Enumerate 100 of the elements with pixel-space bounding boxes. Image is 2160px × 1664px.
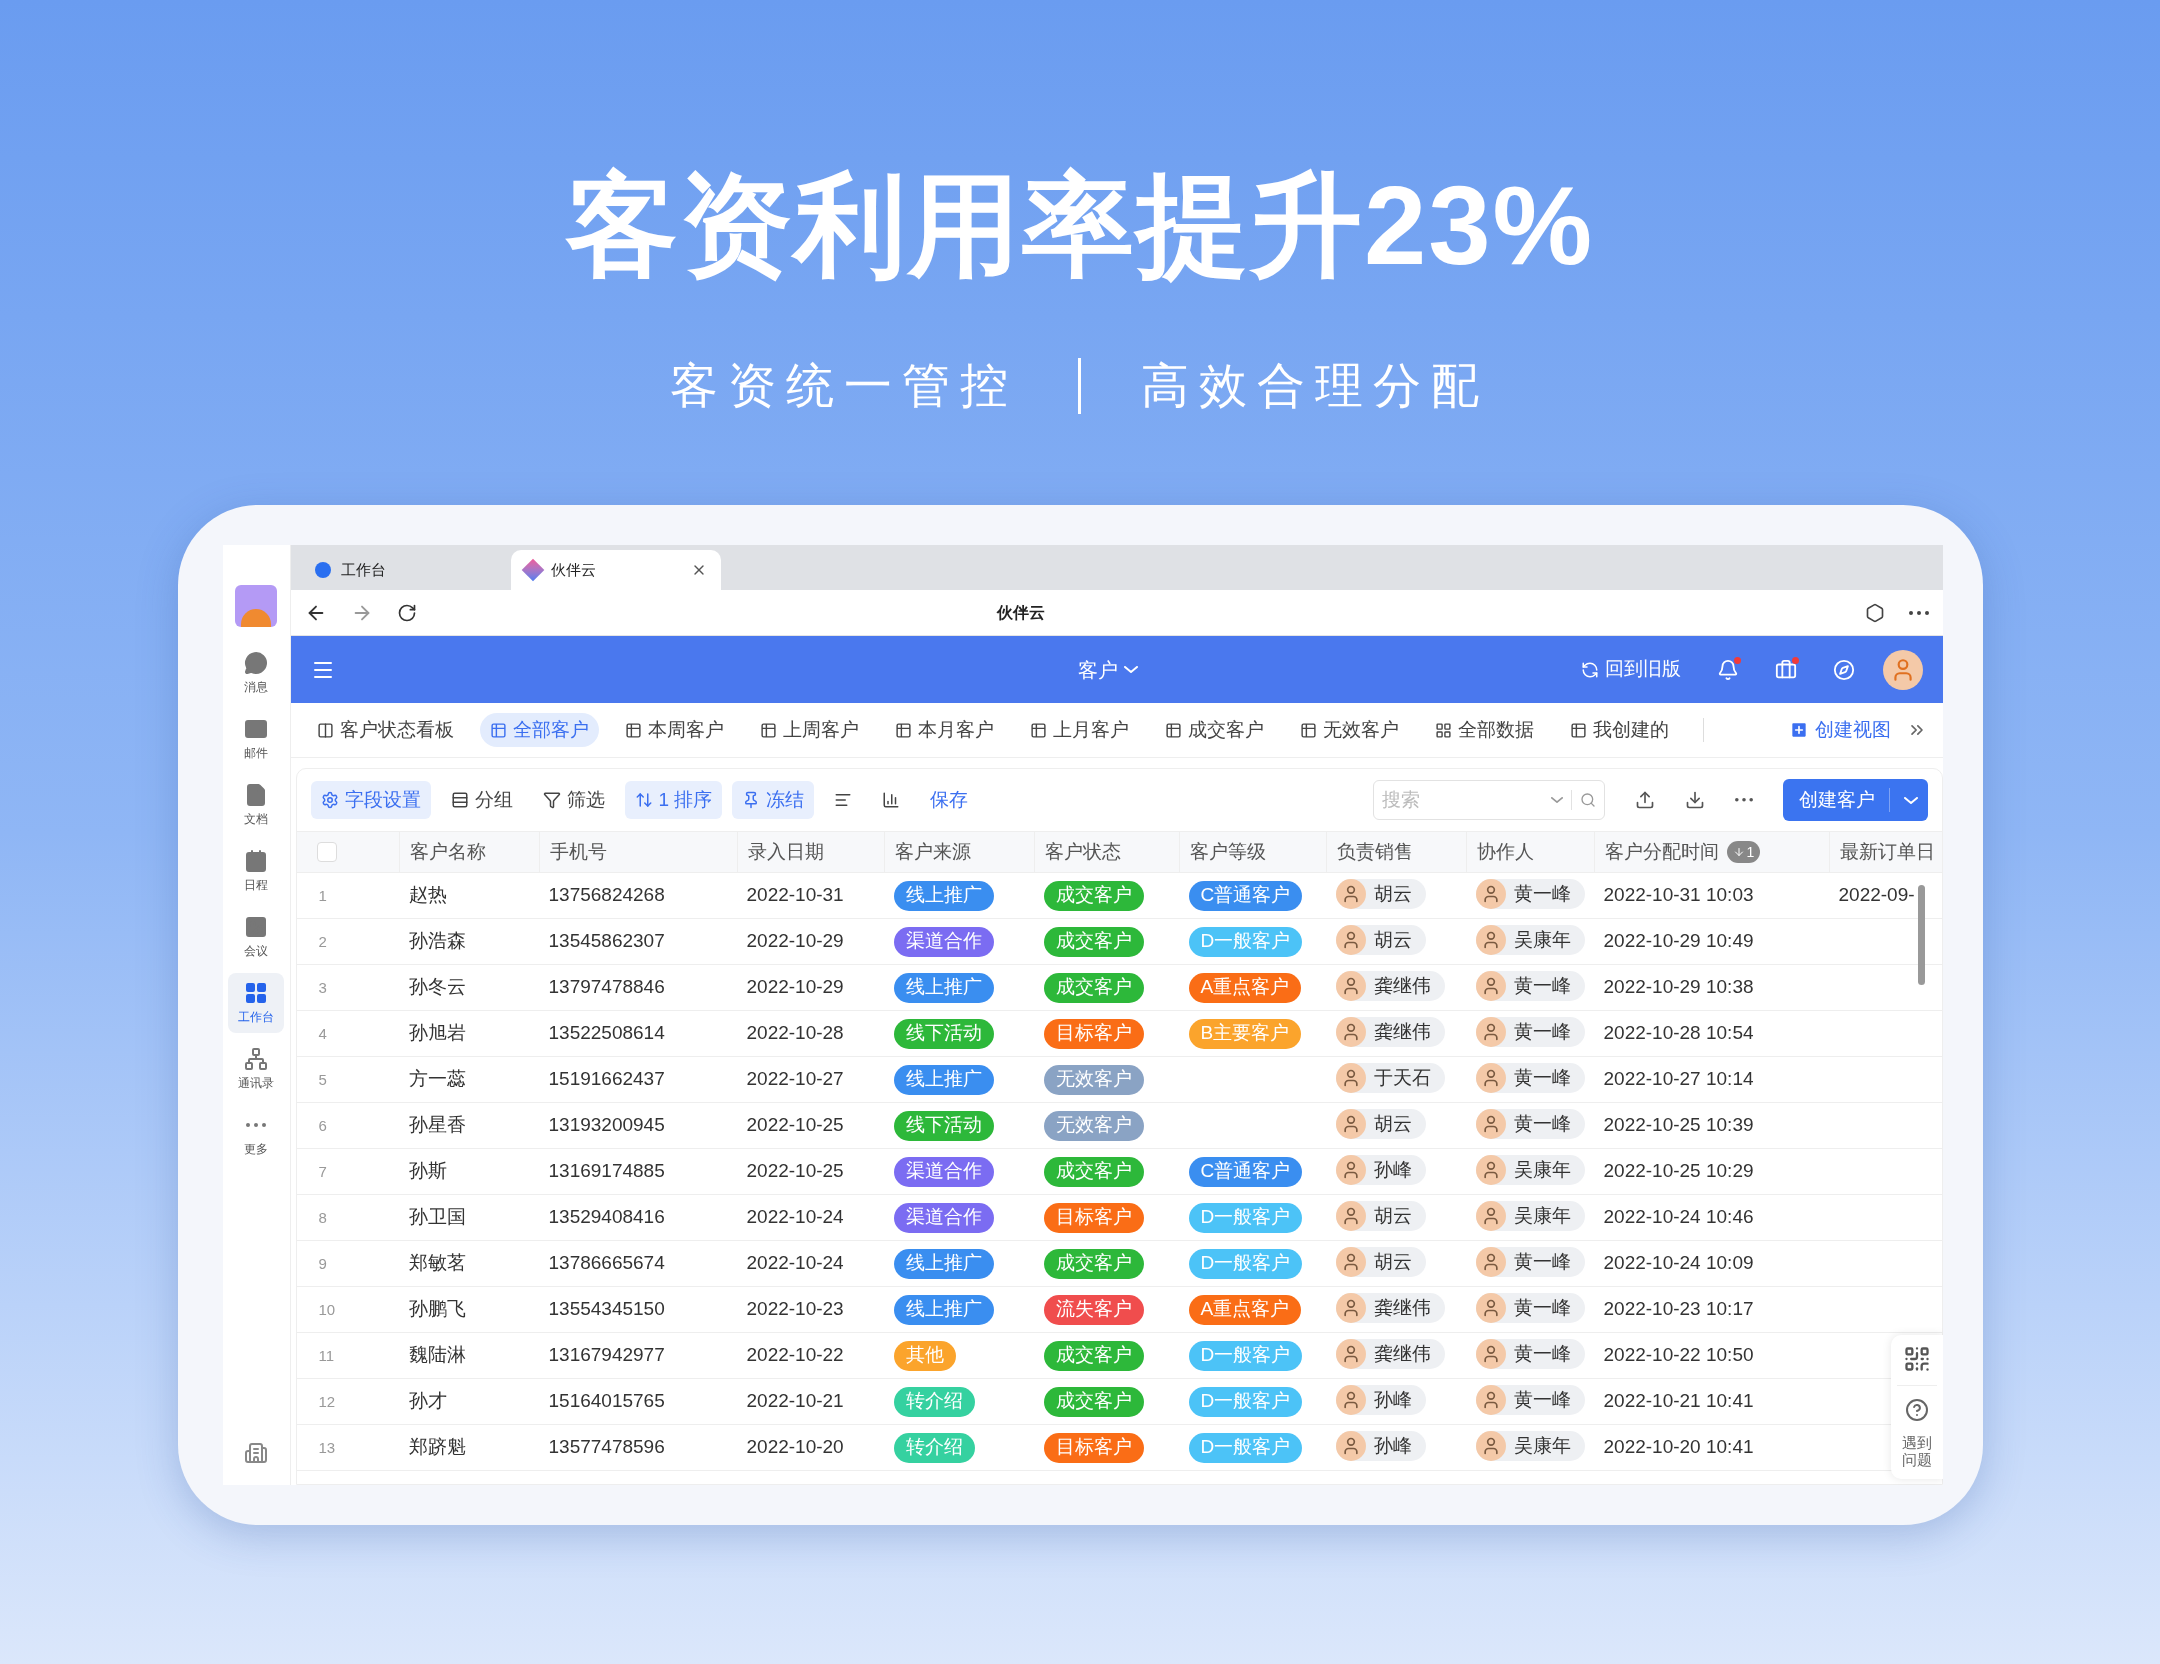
sidebar-item[interactable]: 日程 <box>228 841 284 901</box>
column-header[interactable]: 录入日期 <box>747 837 824 867</box>
view-tab[interactable]: 本月客户 <box>884 713 1004 747</box>
browser-tab[interactable]: 工作台 <box>300 550 511 590</box>
person-chip[interactable]: 黄一峰 <box>1475 1384 1585 1415</box>
help-icon[interactable] <box>1904 1398 1929 1422</box>
person-chip[interactable]: 孙峰 <box>1335 1154 1426 1185</box>
avatar-icon <box>1475 878 1506 909</box>
toolbar-button[interactable]: 筛选 <box>532 781 615 819</box>
sidebar-item[interactable]: 消息 <box>228 643 284 703</box>
help-label[interactable]: 遇到问题 <box>1900 1434 1933 1469</box>
column-header[interactable]: 手机号 <box>549 837 607 867</box>
view-tab[interactable]: 客户状态看板 <box>306 713 464 747</box>
table-cell: 赵热 <box>408 884 447 906</box>
column-header[interactable]: 负责销售 <box>1336 837 1413 867</box>
column-header[interactable]: 协作人 <box>1476 837 1534 867</box>
refresh-icon <box>1580 660 1599 679</box>
reload-icon[interactable] <box>396 602 417 623</box>
table-icon <box>624 721 642 739</box>
person-chip[interactable]: 黄一峰 <box>1475 1108 1585 1139</box>
sidebar-item[interactable]: 更多 <box>228 1105 284 1165</box>
view-tab[interactable]: 全部数据 <box>1424 713 1544 747</box>
view-tab[interactable]: 上周客户 <box>749 713 869 747</box>
sidebar-item[interactable]: 通讯录 <box>228 1039 284 1099</box>
person-chip[interactable]: 吴康年 <box>1475 1430 1585 1461</box>
scrollbar[interactable] <box>1917 885 1925 985</box>
person-chip[interactable]: 胡云 <box>1335 924 1426 955</box>
table-cell: 2022-10-22 <box>746 1344 844 1366</box>
upload-icon[interactable] <box>1634 790 1655 810</box>
column-header[interactable]: 客户等级 <box>1189 837 1266 867</box>
person-chip[interactable]: 胡云 <box>1335 878 1426 909</box>
user-avatar[interactable] <box>1882 649 1923 690</box>
person-chip[interactable]: 黄一峰 <box>1475 1292 1585 1323</box>
person-chip[interactable]: 黄一峰 <box>1475 1246 1585 1277</box>
person-chip[interactable]: 龚继伟 <box>1335 1338 1445 1369</box>
briefcase-icon[interactable] <box>1774 658 1797 681</box>
toolbar-button[interactable]: 分组 <box>440 781 523 819</box>
person-chip[interactable]: 吴康年 <box>1475 1154 1585 1185</box>
qr-code-icon[interactable] <box>1902 1345 1931 1373</box>
person-chip[interactable]: 吴康年 <box>1475 924 1585 955</box>
person-chip[interactable]: 龚继伟 <box>1335 1016 1445 1047</box>
view-tab[interactable]: 成交客户 <box>1154 713 1274 747</box>
toolbar-button[interactable]: 字段设置 <box>310 781 431 819</box>
module-dropdown[interactable]: 客户 <box>1077 654 1138 685</box>
person-chip[interactable]: 黄一峰 <box>1475 878 1585 909</box>
old-version-link[interactable]: 回到旧版 <box>1580 655 1681 684</box>
table-cell: 2022-10-21 <box>746 1390 844 1412</box>
view-tab[interactable]: 本周客户 <box>614 713 734 747</box>
search-box[interactable]: 搜索 <box>1372 780 1605 820</box>
more-icon[interactable] <box>246 1122 266 1127</box>
person-chip[interactable]: 孙峰 <box>1335 1430 1426 1461</box>
table-cell: 孙斯 <box>408 1160 447 1182</box>
toolbar-button[interactable]: 冻结 <box>732 781 815 819</box>
person-chip[interactable]: 黄一峰 <box>1475 970 1585 1001</box>
view-tab[interactable]: 我创建的 <box>1559 713 1679 747</box>
person-chip[interactable]: 龚继伟 <box>1335 970 1445 1001</box>
sidebar-item[interactable]: 邮件 <box>228 709 284 769</box>
person-chip[interactable]: 胡云 <box>1335 1246 1426 1277</box>
avatar-icon <box>1475 970 1506 1001</box>
search-field[interactable]: 搜索 <box>1381 785 1543 815</box>
person-chip[interactable]: 吴康年 <box>1475 1200 1585 1231</box>
table-cell: 2022-10-29 10:49 <box>1603 930 1754 952</box>
view-tab[interactable]: 全部客户 <box>479 713 599 747</box>
person-chip[interactable]: 于天石 <box>1335 1062 1445 1093</box>
sidebar-item[interactable]: 文档 <box>228 775 284 835</box>
tag: 流失客户 <box>1043 1294 1144 1325</box>
sidebar-item[interactable]: 工作台 <box>228 973 284 1033</box>
create-customer-button[interactable]: 创建客户 <box>1782 779 1928 821</box>
person-chip[interactable]: 胡云 <box>1335 1200 1426 1231</box>
column-header[interactable]: 最新订单日 <box>1839 837 1935 867</box>
column-header[interactable]: 客户名称 <box>409 837 486 867</box>
search-icon <box>1579 792 1596 808</box>
person-chip[interactable]: 黄一峰 <box>1475 1016 1585 1047</box>
bell-icon[interactable] <box>1716 658 1739 681</box>
person-chip[interactable]: 黄一峰 <box>1475 1338 1585 1369</box>
row-number: 7 <box>318 1163 327 1181</box>
more-icon[interactable] <box>1908 610 1929 615</box>
column-header[interactable]: 客户来源 <box>894 837 971 867</box>
select-all-checkbox[interactable] <box>316 842 337 862</box>
more-icon[interactable] <box>1734 798 1753 802</box>
row-number: 10 <box>318 1301 336 1319</box>
compass-icon[interactable] <box>1832 658 1855 681</box>
hexagon-icon[interactable] <box>1864 602 1885 623</box>
column-header[interactable]: 客户状态 <box>1044 837 1121 867</box>
sidebar-item[interactable]: 会议 <box>228 907 284 967</box>
person-chip[interactable]: 龚继伟 <box>1335 1292 1445 1323</box>
building-icon[interactable] <box>244 1441 268 1465</box>
person-chip[interactable]: 胡云 <box>1335 1108 1426 1139</box>
browser-tab[interactable]: 伙伴云 <box>510 550 721 590</box>
chevron-down-icon <box>1903 796 1918 804</box>
save-button[interactable]: 保存 <box>920 785 979 815</box>
person-chip[interactable]: 黄一峰 <box>1475 1062 1585 1093</box>
view-tab[interactable]: 上月客户 <box>1019 713 1139 747</box>
tab-label: 伙伴云 <box>550 559 597 580</box>
person-chip[interactable]: 孙峰 <box>1335 1384 1426 1415</box>
create-view-button[interactable]: 创建视图 <box>1788 715 1891 745</box>
view-tab[interactable]: 无效客户 <box>1289 713 1409 747</box>
toolbar-button[interactable]: 1 排序 <box>624 781 723 819</box>
download-icon[interactable] <box>1684 790 1705 810</box>
column-header[interactable]: 客户分配时间 <box>1604 837 1719 867</box>
